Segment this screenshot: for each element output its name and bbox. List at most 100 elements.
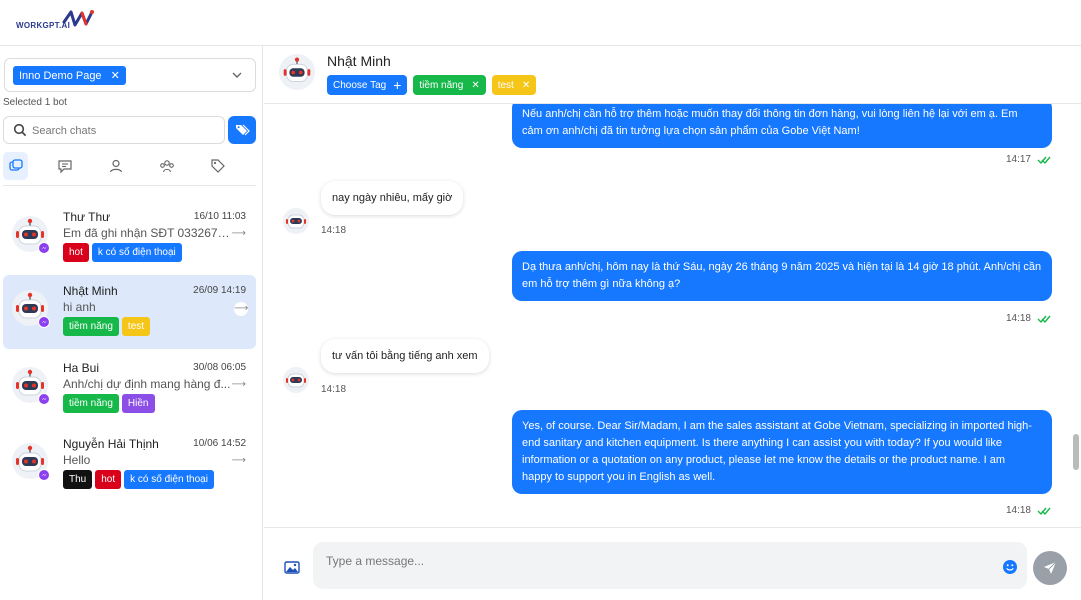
tab-messages[interactable]	[52, 152, 77, 180]
chevron-down-icon	[232, 72, 242, 78]
conversation-preview: Em đã ghi nhận SĐT 03326794...	[63, 226, 233, 240]
send-button[interactable]	[1033, 551, 1067, 585]
conversation-item[interactable]: Thư Thư 16/10 11:03 Em đã ghi nhận SĐT 0…	[3, 201, 256, 275]
reply-arrow-icon: ⟶	[231, 379, 246, 390]
conversation-time: 30/08 06:05	[193, 362, 246, 373]
conversation-name: Nhật Minh	[63, 284, 118, 298]
tab-users[interactable]	[103, 152, 128, 180]
outgoing-message: Nếu anh/chị cần hỗ trợ thêm hoặc muốn th…	[512, 104, 1052, 148]
incoming-message: tư vấn tôi bằng tiếng anh xem	[321, 339, 489, 373]
page-chip-label: Inno Demo Page	[19, 69, 102, 82]
message-input-box[interactable]	[313, 542, 1027, 589]
message-composer	[264, 527, 1081, 600]
conversation-item[interactable]: Nguyễn Hải Thịnh 10/06 14:52 Hello ⟶ Thu…	[3, 428, 256, 502]
message-list: Nếu anh/chị cần hỗ trợ thêm hoặc muốn th…	[264, 104, 1081, 527]
top-bar: WORKGPT.AI	[0, 0, 1081, 46]
workgpt-logo[interactable]: WORKGPT.AI	[16, 8, 106, 36]
search-box[interactable]	[3, 116, 225, 144]
conversation-time: 10/06 14:52	[193, 438, 246, 449]
message-time: 14:17	[1005, 154, 1031, 165]
message-line: cảm ơn anh/chị đã tin tưởng lựa chọn sản…	[522, 125, 860, 137]
conversation-tags: tiềm năng test	[63, 317, 151, 336]
conversation-preview: Hello	[63, 453, 91, 467]
bot-avatar-icon	[12, 443, 50, 481]
message-input[interactable]	[326, 551, 986, 571]
bot-avatar-icon	[12, 216, 50, 254]
tag-badge: hot	[95, 470, 122, 489]
image-upload-icon[interactable]	[284, 560, 300, 574]
tab-groups[interactable]	[154, 152, 179, 180]
message-line: information or a quotation on any produc…	[522, 454, 1006, 466]
sidebar: Inno Demo Page ✕ Selected 1 bot Search c…	[0, 46, 263, 600]
tags-icon	[236, 124, 250, 136]
message-time: 14:18	[321, 225, 347, 236]
message-line: Dạ thưa anh/chị, hôm nay là thứ Sáu, ngà…	[522, 261, 1042, 273]
tag-badge: hot	[63, 243, 89, 262]
page-chip: Inno Demo Page ✕	[13, 66, 126, 85]
chat-tag-label: test	[497, 79, 514, 91]
tag-badge: tiềm năng	[63, 317, 119, 336]
tag-badge: Thu	[63, 470, 93, 489]
outgoing-message: Dạ thưa anh/chị, hôm nay là thứ Sáu, ngà…	[512, 251, 1052, 301]
plus-icon: +	[393, 77, 402, 93]
tag-badge: k có số điện thoại	[91, 243, 182, 262]
tab-tags[interactable]	[205, 152, 230, 180]
tag-badge: k có số điện thoại	[124, 470, 214, 489]
choose-tag-button[interactable]: Choose Tag +	[327, 75, 408, 95]
message-line: Nếu anh/chị cần hỗ trợ thêm hoặc muốn th…	[522, 108, 1018, 120]
conversation-item[interactable]: Ha Bui 30/08 06:05 Anh/chị dự định mang …	[3, 352, 256, 426]
choose-tag-label: Choose Tag	[333, 79, 387, 91]
message-line: happy to support you in English as well.	[522, 471, 716, 483]
chat-header: Nhật Minh Choose Tag + tiềm năng ✕ test …	[264, 46, 1081, 104]
filter-tabs	[3, 152, 256, 186]
bot-avatar-icon	[283, 367, 309, 393]
conversation-tags: hot k có số điện thoại	[63, 243, 182, 262]
conversation-preview: hi anh	[63, 300, 96, 314]
group-icon	[159, 160, 174, 173]
conversation-item-active[interactable]: Nhật Minh 26/09 14:19 hi anh ⟶ tiềm năng…	[3, 275, 256, 349]
bot-avatar-icon	[278, 53, 316, 91]
tag-badge: test	[121, 317, 151, 336]
bot-avatar-icon	[12, 367, 50, 405]
search-icon	[13, 123, 27, 137]
conversation-tags: tiềm năng Hiền	[63, 394, 155, 413]
remove-tag-icon[interactable]: ✕	[522, 80, 530, 91]
chat-tag-chip: test ✕	[491, 75, 537, 95]
messages-icon	[57, 160, 72, 174]
reply-arrow-icon: ⟶	[234, 302, 249, 316]
chat-tag-chip: tiềm năng ✕	[413, 75, 486, 95]
page-select[interactable]: Inno Demo Page ✕	[4, 58, 256, 92]
conversation-name: Ha Bui	[63, 361, 100, 375]
bot-avatar-icon	[12, 290, 50, 328]
emoji-icon[interactable]	[1002, 559, 1018, 575]
remove-page-icon[interactable]: ✕	[111, 69, 120, 82]
double-check-icon	[1037, 315, 1051, 324]
reply-arrow-icon: ⟶	[231, 455, 246, 466]
outgoing-message: Yes, of course. Dear Sir/Madam, I am the…	[512, 410, 1052, 494]
message-line: Yes, of course. Dear Sir/Madam, I am the…	[522, 420, 1032, 432]
tab-all-chats[interactable]	[3, 152, 28, 180]
search-input[interactable]	[32, 121, 217, 141]
tag-badge: Hiền	[121, 394, 155, 413]
conversation-name: Nguyễn Hải Thịnh	[63, 437, 159, 451]
user-icon	[109, 159, 122, 173]
conversation-time: 26/09 14:19	[193, 285, 246, 296]
all-chats-icon	[8, 159, 23, 171]
scrollbar-thumb[interactable]	[1073, 434, 1079, 470]
message-time: 14:18	[321, 384, 347, 395]
bot-avatar-icon	[283, 208, 309, 234]
tag-icon	[210, 159, 225, 173]
tag-badge: tiềm năng	[63, 394, 119, 413]
message-time: 14:18	[1005, 505, 1031, 516]
reply-arrow-icon: ⟶	[231, 228, 246, 239]
tag-filter-button[interactable]	[228, 116, 256, 144]
message-time: 14:18	[1005, 313, 1031, 324]
double-check-icon	[1037, 507, 1051, 516]
message-line: em hỗ trợ thêm gì nữa không ạ?	[522, 278, 681, 290]
conversation-name: Thư Thư	[63, 210, 111, 224]
conversation-time: 16/10 11:03	[193, 211, 246, 222]
chat-tag-label: tiềm năng	[419, 79, 464, 91]
incoming-message: nay ngày nhiêu, mấy giờ	[321, 181, 464, 215]
remove-tag-icon[interactable]: ✕	[471, 80, 479, 91]
conversation-tags: Thu hot k có số điện thoại	[63, 470, 214, 489]
